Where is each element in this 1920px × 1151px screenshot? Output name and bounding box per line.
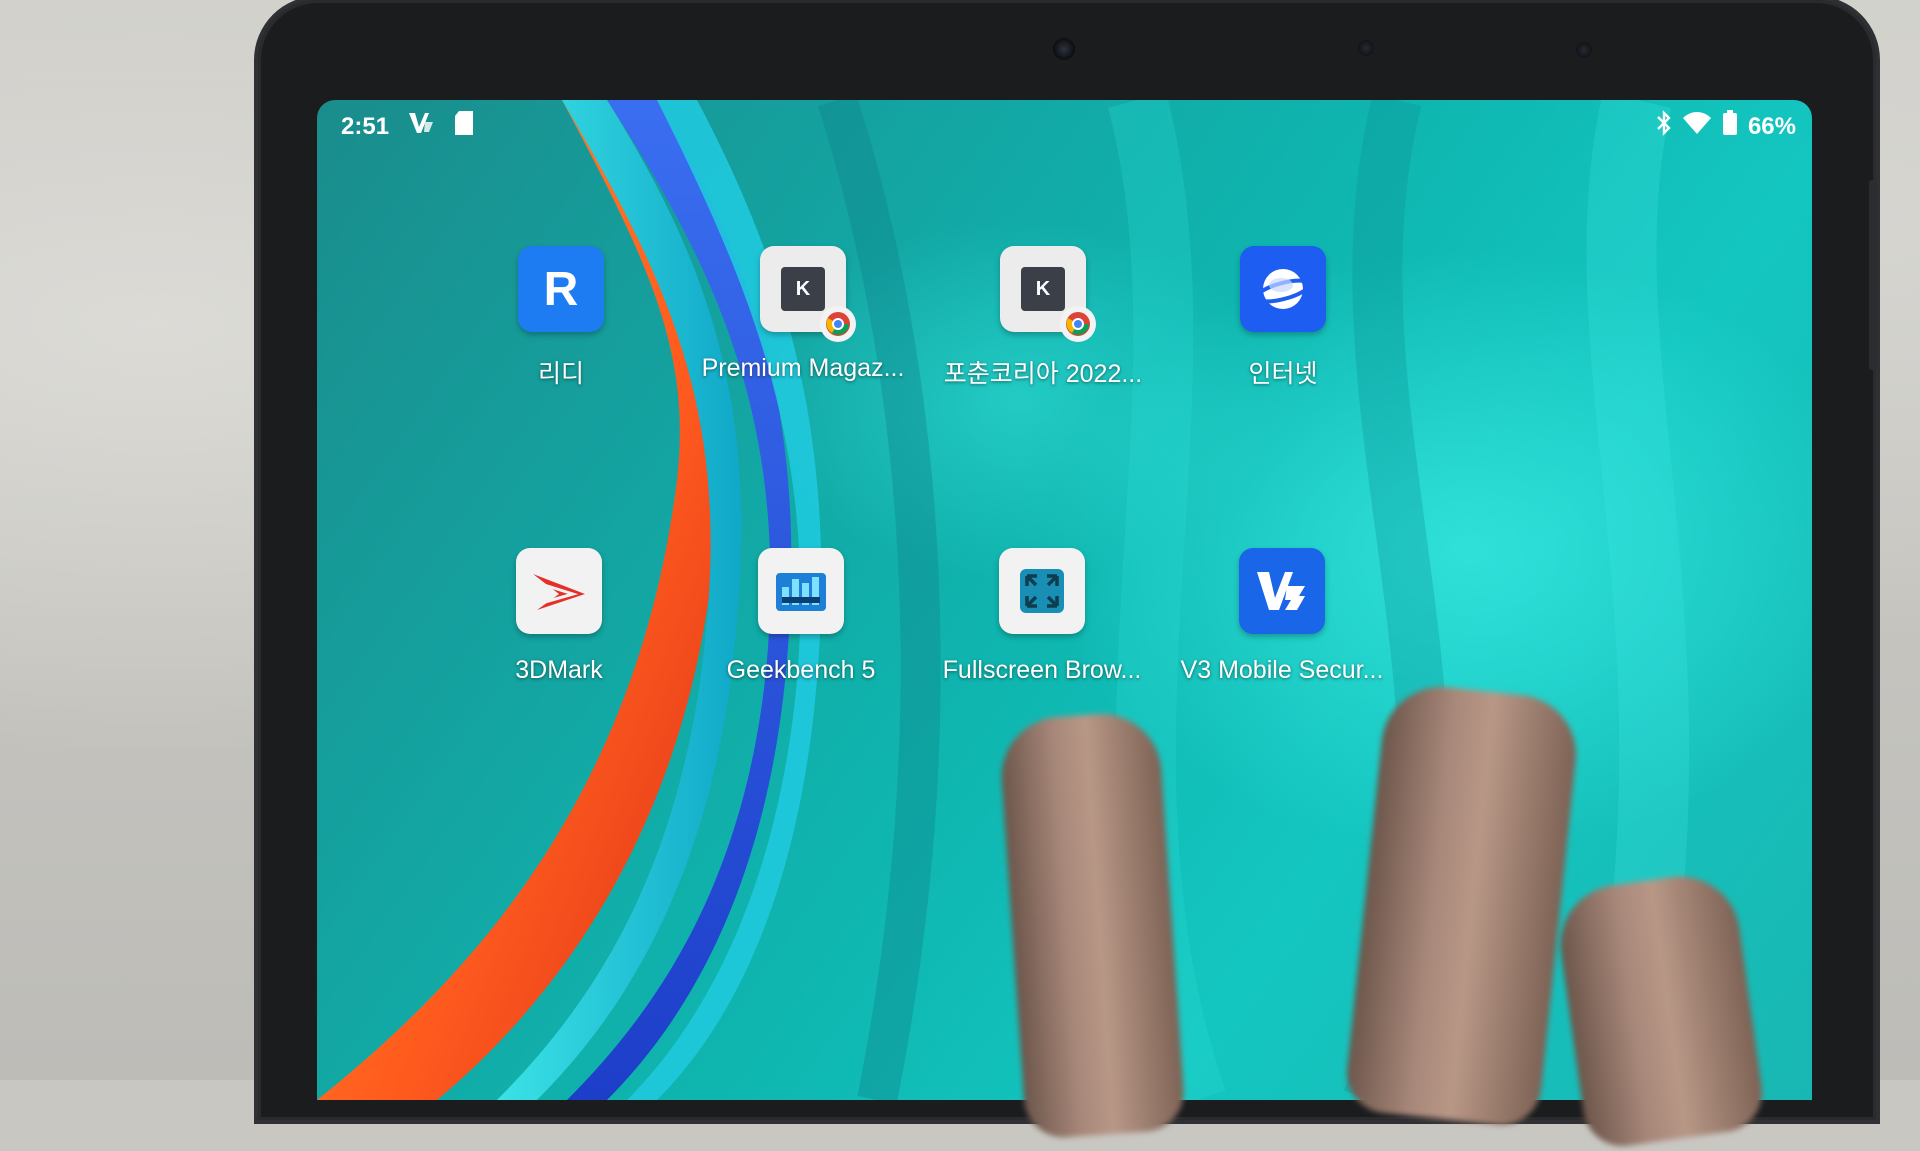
bluetooth-icon (1656, 110, 1672, 143)
ridi-glyph: R (543, 262, 579, 316)
k-glyph: K (795, 277, 811, 300)
app-label: 인터넷 (1248, 360, 1318, 388)
k-logo-icon: K (781, 267, 825, 311)
app-label: 3DMark (515, 656, 603, 684)
app-label: Geekbench 5 (726, 656, 876, 684)
wifi-icon (1682, 111, 1712, 142)
app-label: Fullscreen Brow... (942, 656, 1142, 684)
sensor-icon (1576, 42, 1592, 58)
app-samsung-internet[interactable]: 인터넷 (1163, 246, 1403, 390)
chrome-badge-icon (820, 306, 856, 342)
samsung-internet-icon (1240, 246, 1326, 332)
finger (997, 709, 1187, 1141)
app-ridi[interactable]: R 리디 (441, 246, 681, 390)
app-v3-mobile-security[interactable]: V3 Mobile Secur... (1162, 548, 1402, 685)
k-glyph: K (1035, 277, 1051, 300)
app-label: 포춘코리아 2022... (943, 360, 1143, 388)
battery-icon (1722, 110, 1738, 143)
app-fortune-korea[interactable]: K 포춘코리아 2022... (923, 246, 1163, 390)
app-geekbench[interactable]: Geekbench 5 (681, 548, 921, 685)
app-premium-magazine[interactable]: K Premium Magaz... (683, 246, 923, 383)
v3-security-icon (407, 110, 435, 143)
battery-percentage: 66% (1747, 112, 1796, 140)
chrome-badge-icon (1060, 306, 1096, 342)
kindle-web-shortcut-icon: K (1000, 246, 1096, 342)
app-label: V3 Mobile Secur... (1180, 656, 1384, 684)
v3-mobile-security-icon (1239, 548, 1325, 634)
3dmark-icon (516, 548, 602, 634)
kindle-web-shortcut-icon: K (760, 246, 856, 342)
geekbench-icon (758, 548, 844, 634)
app-3dmark[interactable]: 3DMark (439, 548, 679, 685)
app-fullscreen-browser[interactable]: Fullscreen Brow... (922, 548, 1162, 685)
status-bar: 2:51 66% (317, 100, 1812, 148)
front-camera-icon (1053, 38, 1075, 60)
sensor-icon (1358, 40, 1374, 56)
volume-button[interactable] (1869, 180, 1877, 370)
k-logo-icon: K (1021, 267, 1065, 311)
app-label: Premium Magaz... (701, 354, 905, 382)
ridi-icon: R (518, 246, 604, 332)
fullscreen-browser-icon (999, 548, 1085, 634)
app-label: 리디 (537, 360, 584, 388)
clock: 2:51 (341, 112, 390, 140)
sd-card-icon (453, 110, 475, 143)
